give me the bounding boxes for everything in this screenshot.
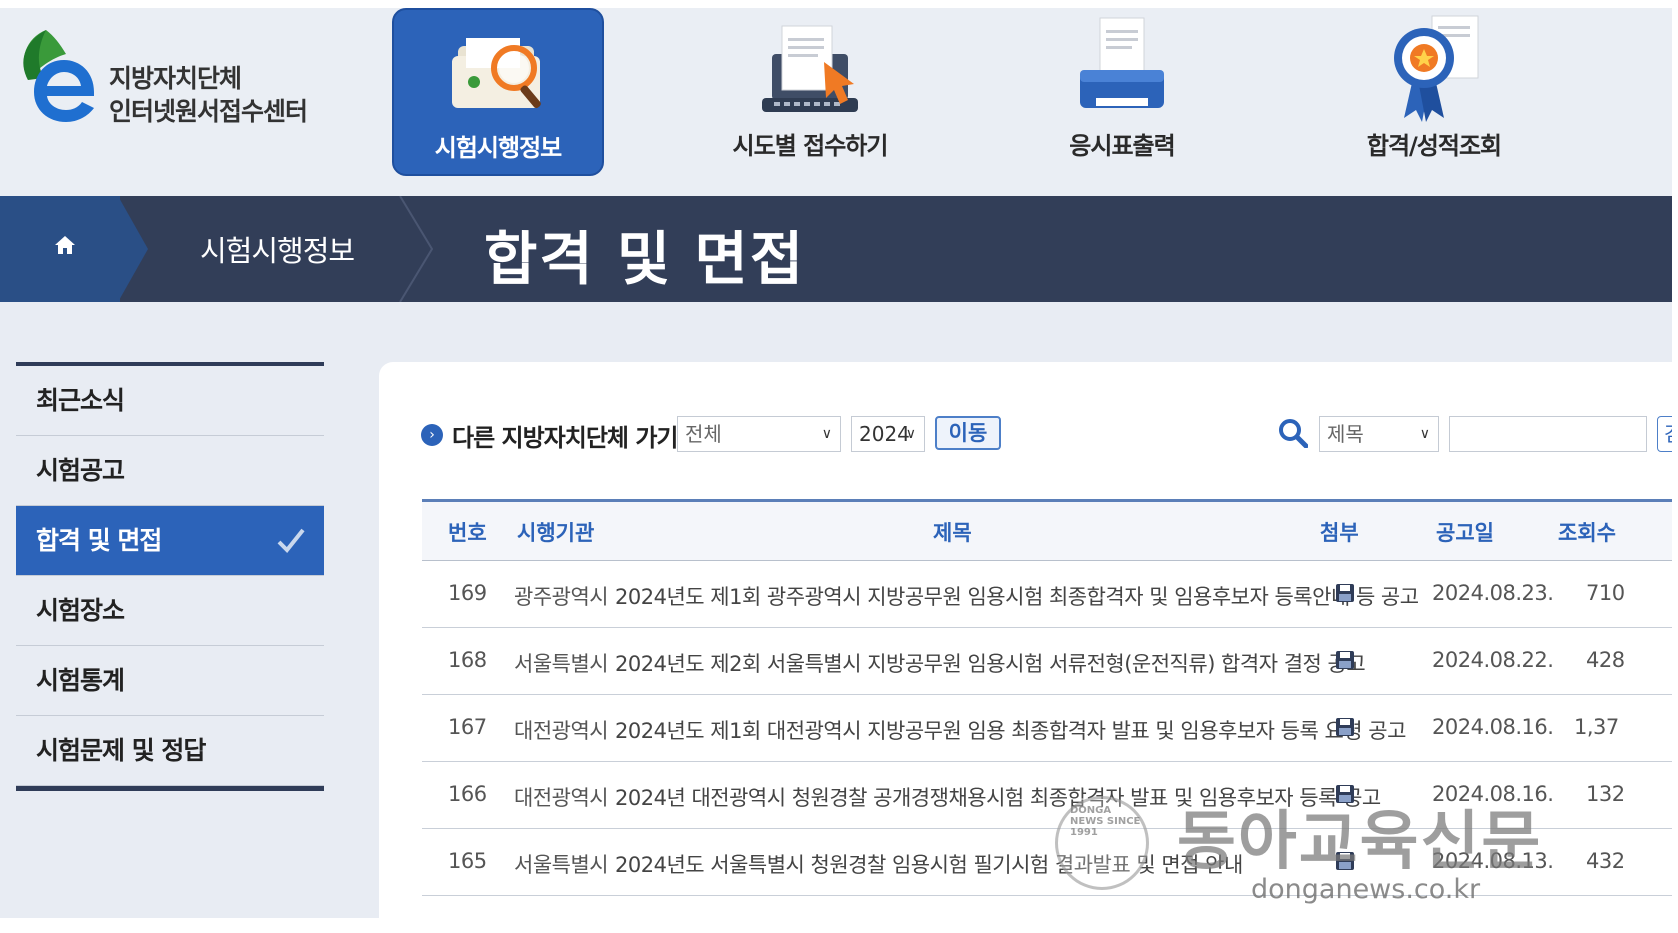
search-button[interactable]: 검	[1657, 416, 1672, 452]
row-org: 서울특별시	[514, 652, 609, 676]
row-title-link[interactable]: 2024년도 제2회 서울특별시 지방공무원 임용시험 서류전형(운전직류) 합…	[615, 648, 1366, 678]
header-views: 조회수	[1558, 521, 1616, 545]
sidebar-item-exam-stats[interactable]: 시험통계	[16, 646, 324, 716]
row-num: 167	[448, 715, 487, 739]
breadcrumb-current[interactable]: 시험시행정보	[200, 228, 355, 270]
table-row[interactable]: 169 광주광역시 2024년도 제1회 광주광역시 지방공무원 임용시험 최종…	[422, 561, 1672, 628]
row-org: 대전광역시	[514, 786, 609, 810]
award-ribbon-icon	[1394, 15, 1479, 122]
search-field-value: 제목	[1327, 422, 1364, 446]
search-input[interactable]	[1449, 416, 1647, 452]
sidebar-item-news[interactable]: 최근소식	[16, 366, 324, 436]
row-title-link[interactable]: 2024년도 서울특별시 청원경찰 임용시험 필기시험 결과발표 및 면접 안내	[615, 849, 1243, 879]
row-title-link[interactable]: 2024년도 제1회 대전광역시 지방공무원 임용 최종합격자 발표 및 임용후…	[615, 715, 1406, 745]
row-date: 2024.08.22.	[1432, 648, 1554, 672]
year-select[interactable]: 2024 ∨	[851, 416, 925, 452]
e-logo-icon	[23, 30, 94, 122]
row-views: 132	[1586, 782, 1625, 806]
row-views: 432	[1586, 849, 1625, 873]
nav-exam-info[interactable]: 시험시행정보	[392, 8, 604, 176]
header-title: 제목	[933, 521, 972, 545]
site-logo-text: 지방자치단체 인터넷원서접수센터	[109, 62, 308, 128]
site-logo[interactable]: 지방자치단체 인터넷원서접수센터	[16, 28, 316, 138]
region-select-value: 전체	[685, 422, 722, 446]
folder-magnifier-icon	[452, 38, 541, 109]
row-date: 2024.08.23.	[1432, 581, 1554, 605]
breadcrumb: 시험시행정보 합격 및 면접	[0, 196, 1672, 302]
sidebar-item-pass-interview[interactable]: 합격 및 면접	[16, 506, 324, 576]
floppy-disk-icon[interactable]	[1335, 851, 1355, 871]
row-views: 710	[1586, 581, 1625, 605]
main-content: › 다른 지방자치단체 가기 전체 ∨ 2024 ∨ 이동 제목 ∨ 검	[379, 362, 1672, 918]
row-num: 168	[448, 648, 487, 672]
page-title: 합격 및 면접	[484, 225, 806, 293]
sidebar-bottom-border	[16, 786, 324, 791]
chevron-down-icon: ∨	[905, 426, 916, 442]
sidebar-item-questions-answers[interactable]: 시험문제 및 정답	[16, 716, 324, 786]
nav-label: 시험시행정보	[434, 134, 562, 162]
row-date: 2024.08.16.	[1432, 715, 1554, 739]
page-frame: 지방자치단체 인터넷원서접수센터 시험시행정보 시도별 접수하기 응시표출력 합…	[0, 8, 1672, 918]
nav-pass-score[interactable]: 합격/성적조회	[1328, 8, 1540, 176]
table-row[interactable]: 168 서울특별시 2024년도 제2회 서울특별시 지방공무원 임용시험 서류…	[422, 628, 1672, 695]
row-num: 169	[448, 581, 487, 605]
home-icon	[55, 236, 75, 254]
nav-apply-by-region[interactable]: 시도별 접수하기	[704, 8, 916, 176]
results-table: 번호 시행기관 제목 첨부 공고일 조회수 169 광주광역시 2024년도 제…	[422, 499, 1672, 896]
row-date: 2024.08.13.	[1432, 849, 1554, 873]
row-title-link[interactable]: 2024년도 제1회 광주광역시 지방공무원 임용시험 최종합격자 및 임용후보…	[615, 581, 1419, 611]
row-date: 2024.08.16.	[1432, 782, 1554, 806]
row-views: 1,37	[1574, 715, 1619, 739]
chevron-down-icon: ∨	[1419, 426, 1430, 442]
laptop-document-icon	[762, 25, 858, 112]
sidebar-item-exam-venue[interactable]: 시험장소	[16, 576, 324, 646]
nav-label: 합격/성적조회	[1366, 132, 1502, 160]
sidebar: 최근소식 시험공고 합격 및 면접 시험장소 시험통계 시험문제 및 정답	[16, 362, 324, 791]
printer-icon	[1080, 17, 1164, 108]
goto-label: 다른 지방자치단체 가기	[452, 424, 679, 452]
header-attach: 첨부	[1320, 521, 1359, 545]
header-date: 공고일	[1436, 521, 1494, 545]
header-num: 번호	[448, 521, 487, 545]
arrow-circle-icon: ›	[421, 424, 443, 446]
row-num: 165	[448, 849, 487, 873]
row-org: 대전광역시	[514, 719, 609, 743]
sidebar-item-label: 합격 및 면접	[36, 526, 162, 555]
year-select-value: 2024	[859, 422, 910, 446]
search-field-select[interactable]: 제목 ∨	[1319, 416, 1439, 452]
breadcrumb-separator	[118, 196, 148, 302]
search-icon[interactable]	[1278, 418, 1308, 448]
row-views: 428	[1586, 648, 1625, 672]
floppy-disk-icon[interactable]	[1335, 583, 1355, 603]
table-header: 번호 시행기관 제목 첨부 공고일 조회수	[422, 499, 1672, 561]
row-title-link[interactable]: 2024년 대전광역시 청원경찰 공개경쟁채용시험 최종합격자 발표 및 임용후…	[615, 782, 1381, 812]
move-button[interactable]: 이동	[935, 416, 1001, 450]
nav-label: 응시표출력	[1069, 132, 1175, 160]
nav-print-admission[interactable]: 응시표출력	[1016, 8, 1228, 176]
nav-label: 시도별 접수하기	[732, 132, 889, 160]
sidebar-item-exam-notice[interactable]: 시험공고	[16, 436, 324, 506]
filter-bar: › 다른 지방자치단체 가기 전체 ∨ 2024 ∨ 이동 제목 ∨ 검	[421, 414, 1672, 454]
top-header: 지방자치단체 인터넷원서접수센터 시험시행정보 시도별 접수하기 응시표출력 합…	[0, 8, 1672, 196]
region-select[interactable]: 전체 ∨	[677, 416, 841, 452]
chevron-down-icon: ∨	[821, 426, 832, 442]
row-org: 서울특별시	[514, 853, 609, 877]
table-row[interactable]: 165 서울특별시 2024년도 서울특별시 청원경찰 임용시험 필기시험 결과…	[422, 829, 1672, 896]
row-num: 166	[448, 782, 487, 806]
header-org: 시행기관	[517, 521, 595, 545]
logo-line-1: 지방자치단체	[109, 64, 242, 93]
check-icon	[277, 528, 305, 553]
breadcrumb-home[interactable]	[0, 196, 120, 302]
floppy-disk-icon[interactable]	[1335, 717, 1355, 737]
floppy-disk-icon[interactable]	[1335, 650, 1355, 670]
breadcrumb-chevron-icon	[399, 196, 434, 302]
row-org: 광주광역시	[514, 585, 609, 609]
table-row[interactable]: 166 대전광역시 2024년 대전광역시 청원경찰 공개경쟁채용시험 최종합격…	[422, 762, 1672, 829]
logo-line-2: 인터넷원서접수센터	[109, 97, 308, 126]
floppy-disk-icon[interactable]	[1335, 784, 1355, 804]
table-row[interactable]: 167 대전광역시 2024년도 제1회 대전광역시 지방공무원 임용 최종합격…	[422, 695, 1672, 762]
